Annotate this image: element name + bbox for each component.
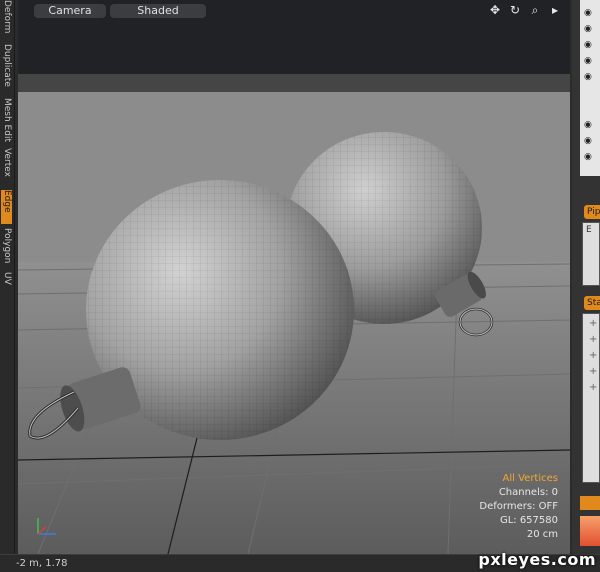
pipeline-label: E [586,225,592,235]
scene-stats: All Vertices Channels: 0 Deformers: OFF … [479,472,558,542]
tab-mesh-edit[interactable]: Mesh Edit [1,98,12,144]
add-icon[interactable]: + [589,318,597,329]
selection-mode-label: All Vertices [502,473,558,484]
move-icon[interactable]: ✥ [488,3,502,18]
eye-icon[interactable]: ◉ [584,73,595,82]
grid-size-label: 20 cm [526,529,558,540]
tab-edge[interactable]: Edge [1,190,12,224]
camera-view-button[interactable]: Camera [34,4,106,18]
viewport-nav-icons: ✥ ↻ ⌕ ▸ [488,3,562,18]
rotate-icon[interactable]: ↻ [508,3,522,18]
tab-pipeline[interactable]: Pip [584,205,600,219]
tab-uv[interactable]: UV [1,272,12,292]
coordinate-readout: -2 m, 1.78 [16,558,68,569]
deformers-label: Deformers: OFF [479,501,558,512]
add-icon[interactable]: + [589,350,597,361]
3d-viewport[interactable]: Camera Shaded ✥ ↻ ⌕ ▸ All Vertices Chann… [18,0,570,554]
axis-gizmo-icon [37,518,56,535]
eye-icon[interactable]: ◉ [584,57,595,66]
tab-vertex[interactable]: Vertex [1,148,12,186]
channels-label: Channels: 0 [498,487,558,498]
states-panel: + + + + + [582,313,600,483]
play-icon[interactable]: ▸ [548,3,562,18]
eye-icon[interactable]: ◉ [584,9,595,18]
tab-deform[interactable]: Deform [1,0,12,40]
visibility-column: ◉ ◉ ◉ ◉ ◉ ◉ ◉ ◉ [580,0,600,176]
shading-mode-button[interactable]: Shaded [110,4,206,18]
zoom-icon[interactable]: ⌕ [528,3,542,18]
eye-icon[interactable]: ◉ [584,137,595,146]
add-icon[interactable]: + [589,366,597,377]
tab-polygon[interactable]: Polygon [1,228,12,268]
eye-icon[interactable]: ◉ [584,41,595,50]
color-swatch[interactable] [580,496,600,510]
pipeline-panel: E [582,222,600,286]
add-icon[interactable]: + [589,334,597,345]
watermark-logo: pxleyes.com [478,550,596,569]
viewport-header: Camera Shaded ✥ ↻ ⌕ ▸ [18,0,570,74]
gl-label: GL: 657580 [499,515,558,526]
eye-icon[interactable]: ◉ [584,25,595,34]
color-gradient[interactable] [580,516,600,546]
left-tool-strip: Deform Duplicate Mesh Edit Vertex Edge P… [0,0,15,571]
tab-states[interactable]: Sta [584,296,600,310]
eye-icon[interactable]: ◉ [584,121,595,130]
eye-icon[interactable]: ◉ [584,153,595,162]
tab-duplicate[interactable]: Duplicate [1,44,12,94]
add-icon[interactable]: + [589,382,597,393]
right-panel: ◉ ◉ ◉ ◉ ◉ ◉ ◉ ◉ Pip E Sta + + + + + [572,0,600,554]
backdrop-band [18,74,570,92]
